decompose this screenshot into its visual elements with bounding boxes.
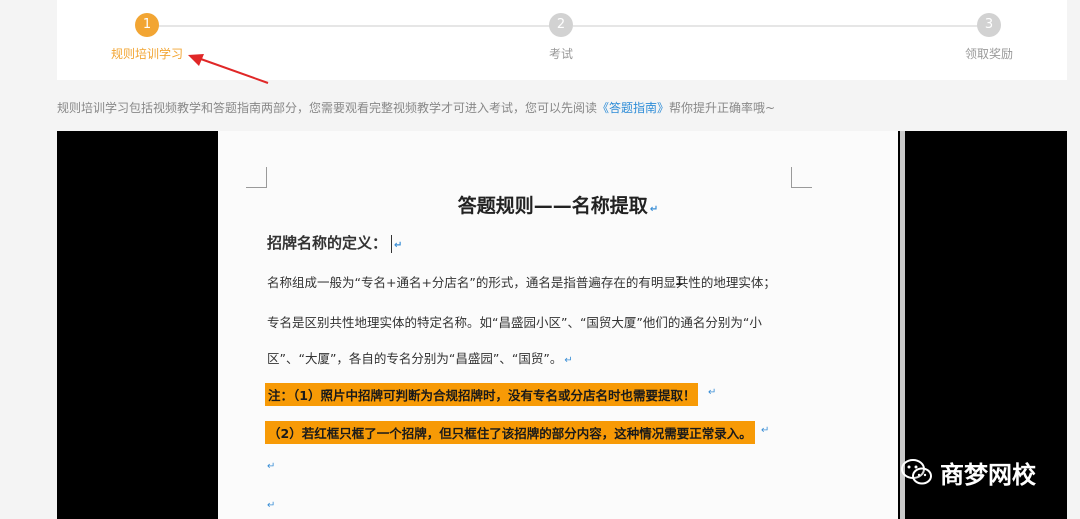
- training-description: 规则培训学习包括视频教学和答题指南两部分，您需要观看完整视频教学才可进入考试，您…: [57, 99, 1067, 116]
- definition-heading: 招牌名称的定义： ↵: [267, 234, 403, 253]
- paragraph-mark-icon: ↵: [708, 387, 717, 398]
- highlighted-note: （2）若红框只框了一个招牌，但只框住了该招牌的部分内容，这种情况需要正常录入。: [265, 421, 755, 444]
- step-label: 领取奖励: [964, 47, 1013, 61]
- definition-paragraph: 名称组成一般为“专名+通名+分店名”的形式，通名是指普遍存在的有明显共性的地理实…: [267, 275, 776, 290]
- page-corner-mark: [791, 167, 812, 188]
- watermark-text: 商梦网校: [940, 460, 1036, 489]
- i-beam-cursor-icon: Ɪ: [676, 274, 683, 288]
- page-corner-mark: [246, 167, 267, 188]
- document-title: 答题规则——名称提取 ↵: [457, 195, 659, 217]
- watermark: 商梦网校: [900, 452, 1036, 492]
- step-number-circle: 1: [135, 13, 159, 37]
- description-text-tail: 帮你提升正确率哦~: [669, 101, 776, 115]
- paragraph-mark-icon: ↵: [564, 355, 573, 366]
- step-number-circle: 3: [977, 13, 1001, 37]
- step-label: 考试: [548, 47, 573, 61]
- step-number-circle: 2: [549, 13, 573, 37]
- step-reward[interactable]: 3 领取奖励: [929, 13, 1049, 62]
- highlighted-note: 注：（1）照片中招牌可判断为合规招牌时，没有专名或分店名时也需要提取！: [265, 383, 699, 406]
- definition-paragraph: 专名是区别共性地理实体的特定名称。如“昌盛园小区”、“国贸大厦”他们的通名分别为…: [267, 315, 762, 330]
- step-connector-2: [573, 25, 981, 27]
- wechat-icon: [901, 459, 932, 485]
- description-text: 规则培训学习包括视频教学和答题指南两部分，您需要观看完整视频教学才可进入考试，您…: [57, 101, 598, 115]
- paragraph-mark-icon: ↵: [761, 425, 770, 436]
- step-exam[interactable]: 2 考试: [501, 13, 621, 62]
- definition-paragraph: 区”、“大厦”，各自的专名分别为“昌盛园”、“国贸”。 ↵: [267, 351, 573, 366]
- step-connector-1: [150, 25, 561, 27]
- answer-guide-link[interactable]: 《答题指南》: [597, 101, 669, 115]
- paragraph-mark-icon: ↵: [649, 204, 659, 215]
- paragraph-mark-icon: ↵: [267, 461, 276, 472]
- text-cursor-icon: [391, 234, 393, 253]
- progress-stepper: 1 规则培训学习 2 考试 3 领取奖励: [57, 0, 1067, 80]
- document-page: 答题规则——名称提取 ↵ 招牌名称的定义： ↵ 名称组成一般为“专名+通名+分店名”…: [218, 131, 898, 519]
- step-training[interactable]: 1 规则培训学习: [87, 13, 207, 62]
- paragraph-mark-icon: ↵: [394, 240, 403, 251]
- step-label: 规则培训学习: [110, 47, 183, 61]
- paragraph-mark-icon: ↵: [267, 500, 276, 511]
